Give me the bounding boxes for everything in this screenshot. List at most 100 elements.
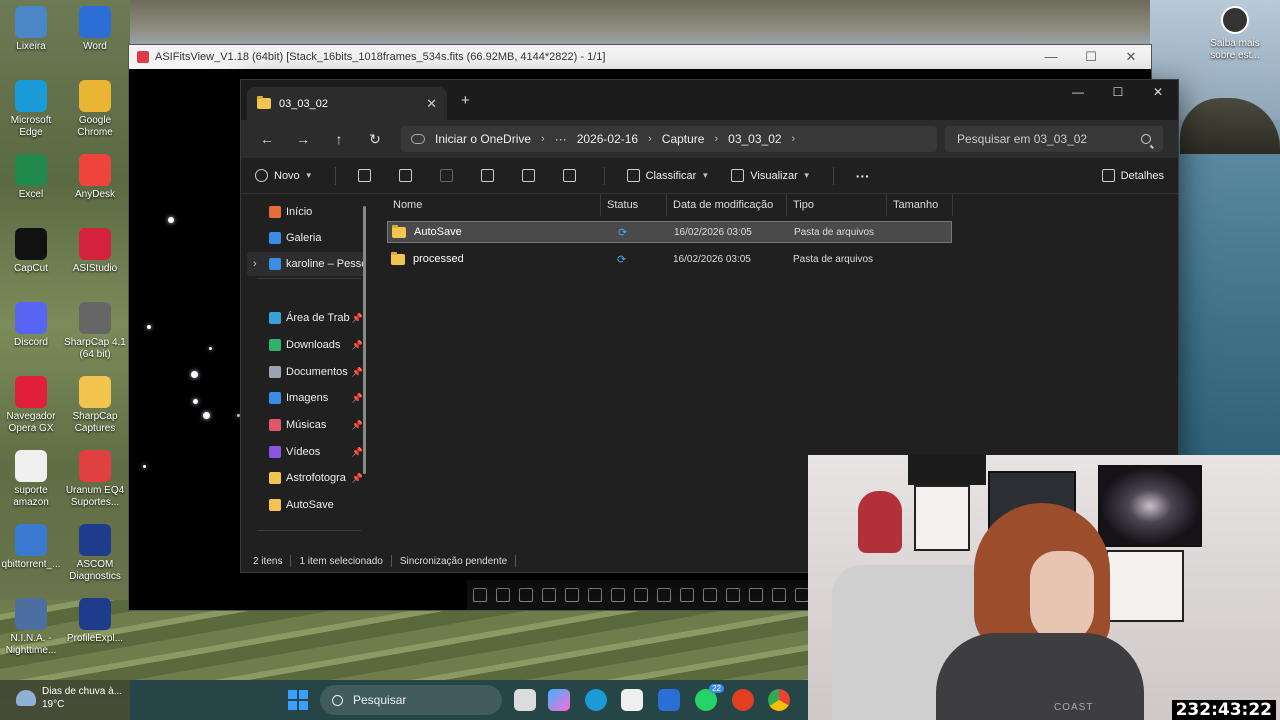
breadcrumb-date[interactable]: 2026-02-16 [577,132,638,146]
forward-arrow-icon[interactable]: → [285,131,321,147]
minimize-icon[interactable]: — [1031,49,1071,65]
desktop-icon[interactable]: Lixeira [0,6,62,53]
weather-widget[interactable]: Dias de chuva à... 19°C [16,685,122,711]
address-bar[interactable]: Iniciar o OneDrive › ··· 2026-02-16 › Ca… [401,126,937,152]
minimize-icon[interactable]: — [1058,80,1098,104]
crop-icon[interactable] [496,588,510,602]
breadcrumb-current[interactable]: 03_03_02 [728,132,781,146]
desktop-icon[interactable]: Google Chrome [64,80,126,139]
learn-more-widget[interactable]: Saiba mais sobre est... [1204,6,1266,62]
breadcrumb-overflow[interactable]: ··· [555,132,567,146]
settings-icon[interactable] [795,588,809,602]
delete-button[interactable] [562,169,582,182]
new-tab-icon[interactable]: + [461,92,470,109]
paste-button[interactable] [439,169,459,182]
breadcrumb-onedrive[interactable]: Iniciar o OneDrive [435,132,531,146]
zoom-in-icon[interactable] [519,588,533,602]
breadcrumb-capture[interactable]: Capture [662,132,705,146]
details-button[interactable]: Detalhes [1101,169,1164,182]
desktop-icon[interactable]: Discord [0,302,62,349]
chevron-right-icon[interactable]: › [541,133,545,145]
sidebar-item[interactable]: Início [247,200,365,224]
taskbar-search[interactable]: Pesquisar [320,685,502,715]
refresh-icon[interactable]: ↻ [357,131,393,148]
desktop-icon[interactable]: ASCOM Diagnostics [64,524,126,583]
chrome-icon[interactable] [768,689,790,711]
rotate-right-icon[interactable] [634,588,648,602]
copy-button[interactable] [398,169,418,182]
image-icon[interactable] [726,588,740,602]
desktop-icon[interactable]: SharpCap 4.1 (64 bit) [64,302,126,361]
desktop-icon[interactable]: AnyDesk [64,154,126,201]
opera-icon[interactable] [732,689,754,711]
edge-icon[interactable] [585,689,607,711]
new-button[interactable]: Novo ▼ [255,169,313,182]
delete-icon[interactable] [680,588,694,602]
next-icon[interactable] [588,588,602,602]
rotate-left-icon[interactable] [611,588,625,602]
desktop-icon[interactable]: suporte amazon [0,450,62,509]
sidebar-item[interactable]: Documentos 📌 [247,360,365,384]
desktop-icon[interactable]: ProfileExpl... [64,598,126,645]
desktop-icon[interactable]: N.I.N.A. - Nighttime... [0,598,62,657]
histogram-icon[interactable] [657,588,671,602]
sidebar-item[interactable]: Downloads 📌 [247,333,365,357]
rename-button[interactable] [480,169,500,182]
desktop-icon[interactable]: CapCut [0,228,62,275]
close-icon[interactable]: ✕ [1138,80,1178,104]
sort-button[interactable]: Classificar ▼ [626,169,709,182]
desktop-icon[interactable]: SharpCap Captures [64,376,126,435]
search-input[interactable]: Pesquisar em 03_03_02 [945,126,1163,152]
column-header-date[interactable]: Data de modificação [667,194,787,216]
sidebar-item[interactable]: Área de Trab 📌 [247,306,365,330]
desktop-icon[interactable]: Uranum EQ4 Suportes... [64,450,126,509]
desktop-icon[interactable]: Microsoft Edge [0,80,62,139]
share-button[interactable] [521,169,541,182]
up-arrow-icon[interactable]: ↑ [321,131,357,147]
previous-icon[interactable] [565,588,579,602]
one-to-one-icon[interactable] [749,588,763,602]
sidebar-item[interactable]: Imagens 📌 [247,386,365,410]
asifitsview-titlebar[interactable]: ASIFitsView_V1.18 (64bit) [Stack_16bits_… [129,45,1151,69]
back-arrow-icon[interactable]: ← [249,131,285,147]
table-row[interactable]: AutoSave ⟳ 16/02/2026 03:05 Pasta de arq… [387,221,952,243]
whatsapp-icon[interactable]: 22 [695,684,724,711]
zoom-out-icon[interactable] [542,588,556,602]
star-icon[interactable] [772,588,786,602]
maximize-icon[interactable]: ☐ [1071,49,1111,65]
sidebar-item[interactable]: AutoSave [247,493,365,517]
chevron-right-icon[interactable]: › [253,258,257,270]
more-options-button[interactable]: ··· [856,168,870,184]
sidebar-scrollbar[interactable] [363,206,366,474]
view-button[interactable]: Visualizar ▼ [731,169,811,182]
chevron-right-icon[interactable]: › [714,133,718,145]
sidebar-item[interactable]: Astrofotogra 📌 [247,466,365,490]
task-view-icon[interactable] [514,689,536,711]
app-icon[interactable] [658,689,680,711]
copilot-icon[interactable] [548,689,570,711]
explorer-tab[interactable]: 03_03_02 ✕ [247,87,447,120]
desktop-icon[interactable]: Navegador Opera GX [0,376,62,435]
column-header-type[interactable]: Tipo [787,194,887,216]
desktop-icon[interactable]: qbittorrent_... [0,524,62,571]
chevron-right-icon[interactable]: › [792,133,796,145]
maximize-icon[interactable]: ☐ [1098,80,1138,104]
desktop-icon[interactable]: ASIStudio [64,228,126,275]
column-header-name[interactable]: Nome [387,194,601,216]
column-header-status[interactable]: Status [601,194,667,216]
sidebar-item[interactable]: Músicas 📌 [247,413,365,437]
store-icon[interactable] [621,689,643,711]
desktop-icon[interactable]: Word [64,6,126,53]
chevron-right-icon[interactable]: › [648,133,652,145]
save-icon[interactable] [703,588,717,602]
windows-start-icon[interactable] [288,690,308,710]
sidebar-item[interactable]: › karoline – Pesso [247,252,365,276]
cut-button[interactable] [357,169,377,182]
close-icon[interactable]: ✕ [1111,49,1151,65]
sidebar-item[interactable]: Galeria [247,226,365,250]
sidebar-item[interactable]: Vídeos 📌 [247,440,365,464]
column-header-size[interactable]: Tamanho [887,194,953,216]
table-row[interactable]: processed ⟳ 16/02/2026 03:05 Pasta de ar… [387,248,952,270]
fit-icon[interactable] [473,588,487,602]
close-tab-icon[interactable]: ✕ [426,96,437,112]
